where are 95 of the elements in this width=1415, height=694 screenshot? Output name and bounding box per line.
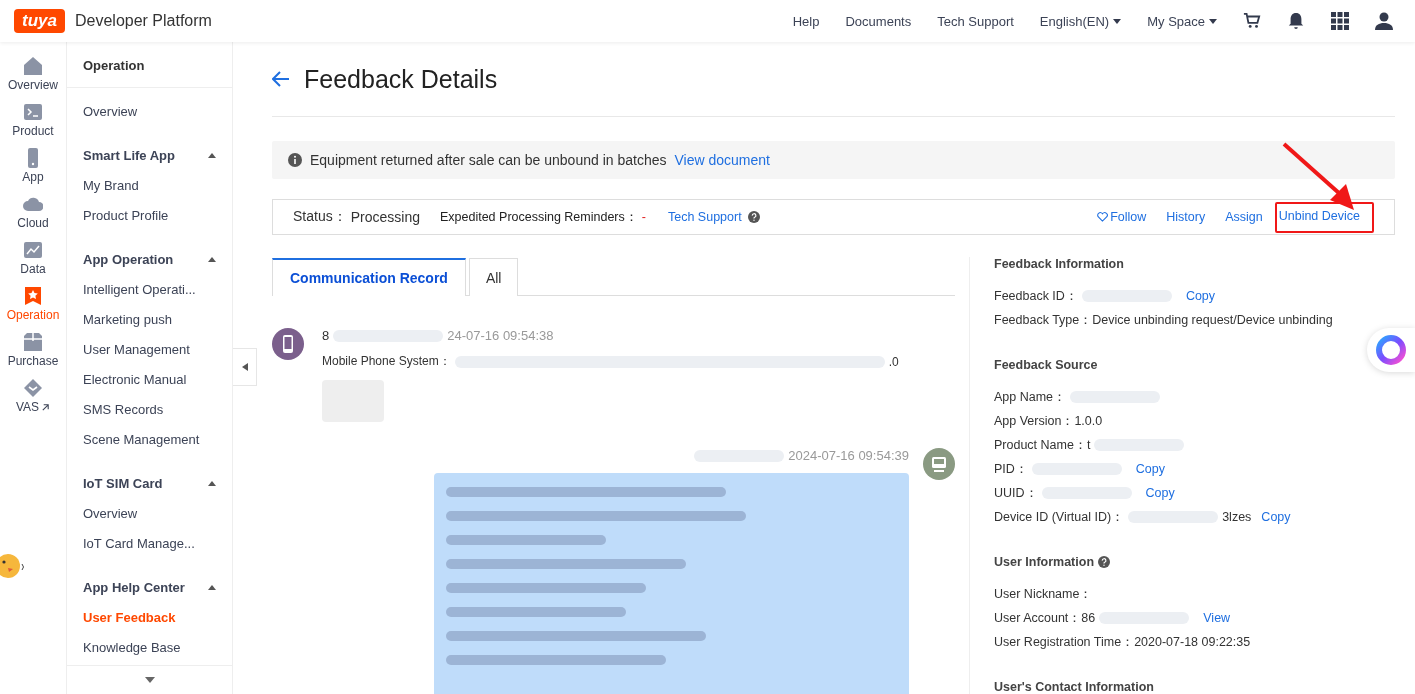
view-document-link[interactable]: View document — [674, 152, 770, 168]
action-link[interactable]: Follow — [1095, 207, 1149, 227]
action-link[interactable]: History — [1164, 207, 1208, 227]
tech-support-link[interactable]: Tech Support — [667, 210, 742, 224]
home-icon — [23, 56, 43, 76]
field-label: Product Name： — [994, 436, 1087, 454]
menu-item[interactable]: Product Profile — [67, 200, 232, 230]
field-value: 2020-07-18 09:22:35 — [1134, 635, 1251, 649]
menu-item[interactable]: Electronic Manual — [67, 364, 232, 394]
grid-icon[interactable] — [1331, 12, 1349, 30]
menu-group-header[interactable]: App Operation — [67, 244, 232, 274]
box-icon — [23, 332, 43, 352]
caret-down-icon — [1209, 18, 1217, 24]
chart-icon — [23, 240, 43, 260]
bell-icon[interactable] — [1287, 12, 1305, 30]
menu-item[interactable]: SMS Records — [67, 394, 232, 424]
nav-dropdown[interactable]: My Space — [1147, 13, 1217, 29]
menu-item[interactable]: Overview — [67, 96, 232, 126]
rail-nav-item[interactable]: Data — [0, 238, 66, 278]
field-value: Device unbinding request/Device unbinding — [1092, 313, 1333, 327]
tab[interactable]: Communication Record — [272, 258, 466, 296]
menu-item[interactable]: Knowledge Base — [67, 632, 232, 662]
nav-link[interactable]: Documents — [845, 13, 912, 29]
system-avatar-icon — [923, 448, 955, 480]
message-time: 24-07-16 09:54:38 — [447, 328, 554, 343]
notice-text: Equipment returned after sale can be unbound in batches — [310, 152, 667, 168]
caret-down-icon[interactable] — [144, 677, 155, 683]
field-label: Feedback ID： — [994, 287, 1078, 305]
rail-nav-item[interactable]: VAS — [0, 376, 66, 416]
field-label: App Version： — [994, 412, 1075, 430]
field-label: PID： — [994, 460, 1028, 478]
field-label: Feedback Type： — [994, 311, 1093, 329]
rail-nav-item[interactable]: Overview — [0, 54, 66, 94]
section-title: Operation — [67, 42, 232, 88]
nav-link[interactable]: Tech Support — [937, 13, 1014, 29]
user-icon[interactable] — [1375, 12, 1393, 30]
section-heading: Feedback Source — [994, 358, 1098, 372]
field-label: App Name： — [994, 388, 1067, 406]
phone-avatar-icon — [272, 328, 304, 360]
nav-dropdown[interactable]: English(EN) — [1039, 13, 1122, 29]
field-label: UUID： — [994, 484, 1038, 502]
section-heading: User's Contact Information — [994, 680, 1154, 694]
menu-group-header[interactable]: App Help Center — [67, 572, 232, 602]
reminder-label: Expedited Processing Reminders： — [439, 208, 638, 226]
menu-item[interactable]: Scene Management — [67, 424, 232, 454]
menu-item[interactable]: Overview — [67, 498, 232, 528]
status-value: Processing — [350, 209, 420, 225]
help-icon[interactable] — [747, 211, 760, 223]
menu-item[interactable]: My Brand — [67, 170, 232, 200]
star-icon — [23, 286, 43, 306]
copy-link[interactable]: View — [1203, 611, 1231, 625]
nav-link[interactable]: Help — [792, 13, 820, 29]
menu-item[interactable]: IoT Card Manage... — [67, 528, 232, 558]
terminal-icon — [23, 102, 43, 122]
collapse-handle[interactable] — [233, 348, 257, 386]
rail-nav-item[interactable]: Cloud — [0, 192, 66, 232]
field-label: Device ID (Virtual ID)： — [994, 508, 1125, 526]
copy-link[interactable]: Copy — [1135, 462, 1166, 476]
action-link[interactable]: Assign — [1223, 207, 1265, 227]
heart-icon — [1097, 212, 1109, 222]
field-value: 1.0.0 — [1074, 414, 1103, 428]
reminder-value: - — [641, 210, 646, 224]
copy-link[interactable]: Copy — [1185, 289, 1216, 303]
page-title: Feedback Details — [304, 64, 498, 94]
menu-item[interactable]: Intelligent Operati... — [67, 274, 232, 304]
copy-link[interactable]: Copy — [1261, 510, 1291, 524]
menu-group-header[interactable]: IoT SIM Card — [67, 468, 232, 498]
sender-name: 8 — [322, 328, 330, 343]
info-icon — [288, 153, 302, 167]
field-label: User Nickname： — [994, 585, 1093, 603]
diamond-icon — [23, 378, 43, 398]
caret-down-icon — [1113, 18, 1122, 24]
menu-item[interactable]: Marketing push — [67, 304, 232, 334]
menu-group-header[interactable]: Smart Life App — [67, 140, 232, 170]
message-time: 2024-07-16 09:54:39 — [788, 448, 909, 463]
field-label: User Account： — [994, 609, 1082, 627]
rail-nav-item[interactable]: Product — [0, 100, 66, 140]
field-value: t — [1086, 438, 1091, 452]
section-heading: User Information — [994, 555, 1094, 569]
device-meta-label: Mobile Phone System： — [322, 353, 451, 370]
field-value: 3lzes — [1222, 510, 1252, 524]
rail-nav-item[interactable]: Purchase — [0, 330, 66, 370]
back-arrow-icon[interactable] — [272, 71, 290, 87]
device-meta-value: .0 — [888, 354, 899, 369]
copy-link[interactable]: Copy — [1145, 486, 1175, 500]
section-heading: Feedback Information — [994, 257, 1124, 271]
field-value: 86 — [1081, 611, 1096, 625]
menu-item[interactable]: User Management — [67, 334, 232, 364]
rail-nav-item[interactable]: App — [0, 146, 66, 186]
platform-title: Developer Platform — [74, 12, 212, 30]
help-icon[interactable] — [1098, 556, 1110, 568]
field-label: User Registration Time： — [994, 633, 1135, 651]
tab[interactable]: All — [468, 258, 519, 296]
cart-icon[interactable] — [1243, 12, 1261, 30]
status-label: Status： — [293, 208, 347, 226]
